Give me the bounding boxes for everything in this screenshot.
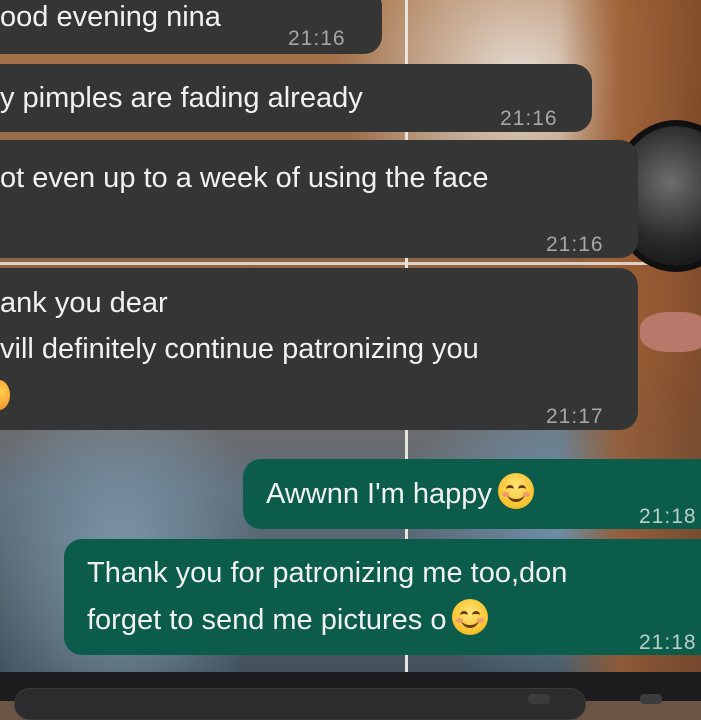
message-time: 21:16 [546, 233, 604, 256]
message-text: Thank you for patronizing me too,don [87, 557, 568, 589]
wallpaper-lips [640, 312, 701, 352]
incoming-message[interactable]: y pimples are fading already 21:16 [0, 64, 592, 132]
camera-icon[interactable] [528, 694, 550, 704]
message-time: 21:16 [500, 107, 558, 130]
message-time: 21:16 [288, 27, 346, 50]
message-text: y pimples are fading already [0, 82, 363, 114]
message-text: vill definitely continue patronizing you [0, 333, 479, 365]
incoming-message[interactable]: ank you dear vill definitely continue pa… [0, 268, 638, 430]
incoming-message[interactable]: ood evening nina 21:16 [0, 0, 382, 54]
incoming-message[interactable]: ot even up to a week of using the face 2… [0, 140, 638, 258]
outgoing-message[interactable]: Awwnn I'm happy 21:18 [243, 459, 701, 529]
message-time: 21:17 [546, 405, 604, 428]
smiling-face-emoji [497, 473, 534, 509]
message-text: ot even up to a week of using the face [0, 162, 489, 194]
outgoing-message[interactable]: Thank you for patronizing me too,don for… [64, 539, 701, 655]
message-input[interactable] [14, 688, 586, 720]
message-time: 21:18 [639, 505, 697, 528]
partial-emoji [0, 380, 10, 410]
message-content: Awwnn I'm happy [266, 470, 534, 518]
message-time: 21:18 [639, 631, 697, 654]
microphone-icon[interactable] [640, 694, 662, 704]
message-text: ood evening nina [0, 1, 221, 33]
message-content: forget to send me pictures o [87, 596, 489, 644]
message-text: Awwnn I'm happy [266, 478, 492, 510]
smiling-face-emoji [452, 599, 489, 635]
message-text: ank you dear [0, 287, 168, 319]
message-text: forget to send me pictures o [87, 604, 447, 636]
